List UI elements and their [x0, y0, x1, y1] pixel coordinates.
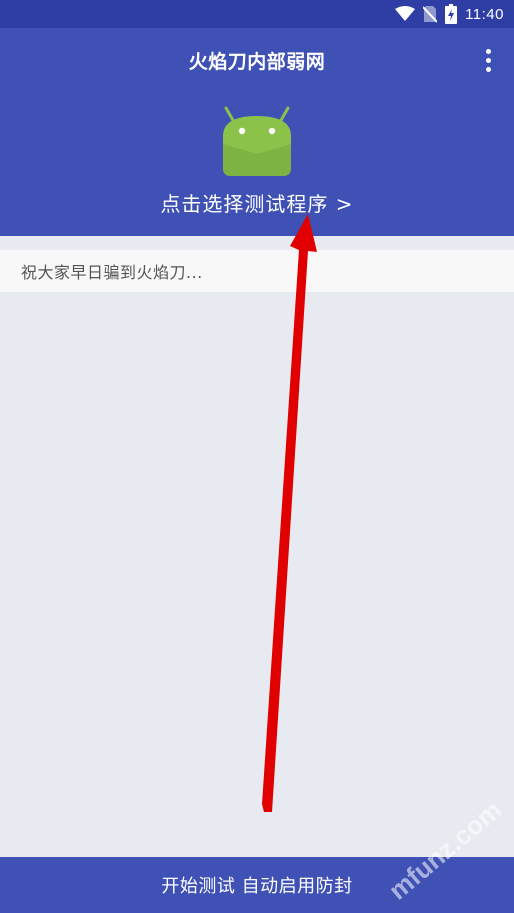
- android-icon[interactable]: [221, 106, 293, 176]
- header-panel: 点击选择测试程序 >: [0, 92, 514, 236]
- wifi-icon: [395, 6, 416, 22]
- status-time: 11:40: [465, 5, 504, 23]
- overflow-menu-icon[interactable]: [476, 46, 500, 74]
- notice-row: 祝大家早日骗到火焰刀...: [0, 250, 514, 292]
- app-bar: 火焰刀内部弱网: [0, 28, 514, 92]
- status-bar: 11:40: [0, 0, 514, 28]
- notice-text: 祝大家早日骗到火焰刀...: [21, 263, 203, 282]
- battery-charging-icon: [445, 4, 458, 24]
- select-program-button[interactable]: 点击选择测试程序 >: [0, 188, 514, 217]
- screen: 11:40 火焰刀内部弱网 点击选择测试程序 > 祝大家早日骗到火焰刀... 开…: [0, 0, 514, 913]
- no-sim-icon: [423, 5, 438, 23]
- app-title: 火焰刀内部弱网: [188, 50, 326, 73]
